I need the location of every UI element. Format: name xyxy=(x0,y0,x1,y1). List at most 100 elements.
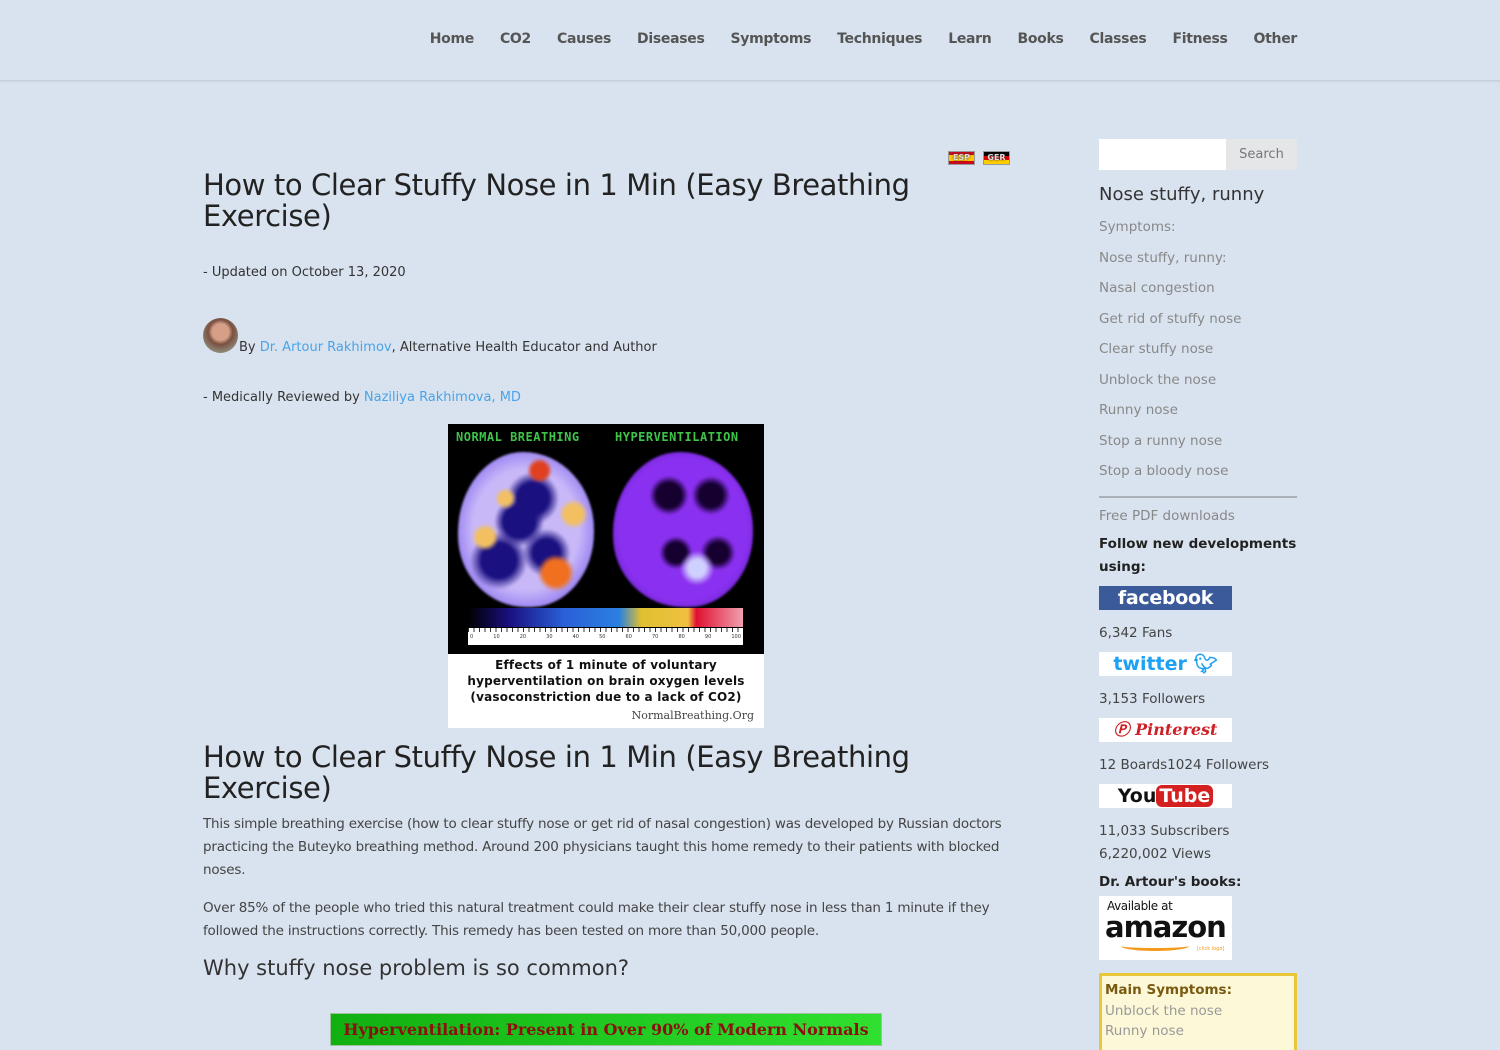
sidebar-link-symptoms[interactable]: Symptoms: xyxy=(1099,212,1297,243)
twitter-logo-icon[interactable]: twitter 🐦︎ xyxy=(1099,651,1232,676)
byline-suffix: , Alternative Health Educator and Author xyxy=(391,340,657,355)
author-byline: By Dr. Artour Rakhimov, Alternative Heal… xyxy=(203,318,657,357)
youtube-tube: Tube xyxy=(1156,784,1214,807)
youtube-you: You xyxy=(1117,784,1157,807)
sidebar-link-clear-stuffy-nose[interactable]: Clear stuffy nose xyxy=(1099,334,1297,365)
color-scale-bar xyxy=(468,608,743,627)
author-link[interactable]: Dr. Artour Rakhimov xyxy=(260,340,392,355)
sidebar-link-stop-runny-nose[interactable]: Stop a runny nose xyxy=(1099,426,1297,457)
german-flag-icon[interactable]: GER xyxy=(983,151,1010,165)
brain-hyperventilation-image xyxy=(613,452,753,607)
flag-esp-label: ESP xyxy=(952,153,971,162)
twitter-bird-icon: 🐦︎ xyxy=(1193,652,1218,675)
tick: 40 xyxy=(572,634,579,640)
main-symptom-link[interactable]: Unblock the nose xyxy=(1105,1001,1291,1021)
sidebar-link-unblock-nose[interactable]: Unblock the nose xyxy=(1099,365,1297,396)
tick: 60 xyxy=(625,634,632,640)
tick: 10 xyxy=(493,634,500,640)
main-symptoms-title: Main Symptoms: xyxy=(1105,981,1232,998)
amazon-logo-icon[interactable]: Available at amazon [click logo] xyxy=(1099,895,1232,960)
brain-scan-image: NORMAL BREATHING HYPERVENTILATION 0 10 2… xyxy=(448,424,764,654)
youtube-logo-icon[interactable]: You Tube xyxy=(1099,783,1232,808)
tick: 20 xyxy=(519,634,527,640)
ruler-ticks: 0 10 20 30 40 50 60 70 80 90 100 xyxy=(468,634,743,640)
main-nav: Home CO2 Causes Diseases Symptoms Techni… xyxy=(404,31,1298,47)
reviewed-prefix: - Medically Reviewed by xyxy=(203,390,364,405)
hyperventilation-banner: Hyperventilation: Present in Over 90% of… xyxy=(330,1013,882,1046)
follow-label: Follow new developments using: xyxy=(1099,535,1297,575)
label-hyperventilation: HYPERVENTILATION xyxy=(615,430,739,444)
section-heading: Why stuffy nose problem is so common? xyxy=(203,956,630,980)
amazon-wordmark: amazon xyxy=(1105,909,1227,944)
free-pdf-link[interactable]: Free PDF downloads xyxy=(1099,508,1297,524)
brain-scan-figure: NORMAL BREATHING HYPERVENTILATION 0 10 2… xyxy=(448,424,764,728)
figure-caption: Effects of 1 minute of voluntary hyperve… xyxy=(448,657,764,705)
language-flags: ESP GER xyxy=(948,151,1010,165)
tick: 70 xyxy=(651,634,659,640)
books-label: Dr. Artour's books: xyxy=(1099,873,1242,890)
nav-techniques[interactable]: Techniques xyxy=(837,31,922,47)
sidebar: Search Nose stuffy, runny Symptoms: Nose… xyxy=(1099,139,1297,1050)
pinterest-stat: 12 Boards1024 Followers xyxy=(1099,756,1270,773)
tick: 30 xyxy=(546,634,553,640)
nav-learn[interactable]: Learn xyxy=(948,31,992,47)
nav-fitness[interactable]: Fitness xyxy=(1172,31,1227,47)
article-heading: How to Clear Stuffy Nose in 1 Min (Easy … xyxy=(203,740,910,805)
pinterest-p-icon: Ⓟ xyxy=(1113,719,1130,739)
reviewed-by: - Medically Reviewed by Naziliya Rakhimo… xyxy=(203,390,521,405)
byline-text: By Dr. Artour Rakhimov, Alternative Heal… xyxy=(239,340,657,355)
reviewer-link[interactable]: Naziliya Rakhimova, MD xyxy=(364,390,521,405)
label-normal-breathing: NORMAL BREATHING xyxy=(456,430,580,444)
nav-co2[interactable]: CO2 xyxy=(500,31,531,47)
amazon-click-hint: [click logo] xyxy=(1197,945,1225,952)
nav-home[interactable]: Home xyxy=(430,31,475,47)
figure-source: NormalBreathing.Org xyxy=(631,709,754,722)
tick: 50 xyxy=(599,634,606,640)
twitter-stat: 3,153 Followers xyxy=(1099,690,1206,707)
nav-diseases[interactable]: Diseases xyxy=(637,31,705,47)
pinterest-label: Pinterest xyxy=(1135,719,1218,739)
pinterest-logo-icon[interactable]: Ⓟ Pinterest xyxy=(1099,717,1232,742)
sidebar-divider xyxy=(1099,495,1297,498)
search-form: Search xyxy=(1099,139,1297,170)
main-symptoms-box: Main Symptoms: Unblock the nose Runny no… xyxy=(1099,972,1297,1050)
results-paragraph: Over 85% of the people who tried this na… xyxy=(203,900,990,939)
nav-classes[interactable]: Classes xyxy=(1090,31,1147,47)
updated-date: - Updated on October 13, 2020 xyxy=(203,265,406,280)
intro-paragraph: This simple breathing exercise (how to c… xyxy=(203,816,1002,878)
facebook-stat: 6,342 Fans xyxy=(1099,624,1173,641)
twitter-label: twitter xyxy=(1113,652,1187,675)
sidebar-links: Symptoms: Nose stuffy, runny: Nasal cong… xyxy=(1099,212,1297,487)
page-title: How to Clear Stuffy Nose in 1 Min (Easy … xyxy=(203,168,910,233)
spanish-flag-icon[interactable]: ESP xyxy=(948,151,975,165)
sidebar-link-nasal-congestion[interactable]: Nasal congestion xyxy=(1099,273,1297,304)
nav-causes[interactable]: Causes xyxy=(557,31,611,47)
search-button[interactable]: Search xyxy=(1226,139,1297,170)
author-avatar xyxy=(203,318,238,353)
tick: 0 xyxy=(470,634,474,640)
flag-ger-label: GER xyxy=(987,153,1006,162)
sidebar-link-runny-nose[interactable]: Runny nose xyxy=(1099,395,1297,426)
sidebar-link-stop-bloody-nose[interactable]: Stop a bloody nose xyxy=(1099,456,1297,487)
sidebar-title: Nose stuffy, runny xyxy=(1099,184,1265,205)
tick: 100 xyxy=(731,634,741,640)
sidebar-link-get-rid-stuffy-nose[interactable]: Get rid of stuffy nose xyxy=(1099,304,1297,335)
youtube-subscribers: 11,033 Subscribers xyxy=(1099,822,1230,839)
caption-line: (vasoconstriction due to a lack of CO2) xyxy=(470,690,742,704)
youtube-stats: 11,033 Subscribers 6,220,002 Views xyxy=(1099,820,1297,866)
brain-normal-image xyxy=(458,452,594,607)
facebook-logo-icon[interactable]: facebook xyxy=(1099,585,1232,610)
nav-other[interactable]: Other xyxy=(1254,31,1298,47)
caption-line: Effects of 1 minute of voluntary xyxy=(495,658,717,672)
site-header: Home CO2 Causes Diseases Symptoms Techni… xyxy=(0,0,1500,81)
tick: 80 xyxy=(678,634,685,640)
scale-ruler: 0 10 20 30 40 50 60 70 80 90 100 xyxy=(468,628,743,645)
search-input[interactable] xyxy=(1099,139,1226,170)
byline-prefix: By xyxy=(239,340,260,355)
nav-symptoms[interactable]: Symptoms xyxy=(731,31,812,47)
amazon-smile-icon xyxy=(1121,941,1189,951)
sidebar-link-nose-stuffy-runny[interactable]: Nose stuffy, runny: xyxy=(1099,243,1297,274)
tick: 90 xyxy=(704,634,712,640)
main-symptom-link[interactable]: Runny nose xyxy=(1105,1021,1291,1041)
nav-books[interactable]: Books xyxy=(1017,31,1063,47)
